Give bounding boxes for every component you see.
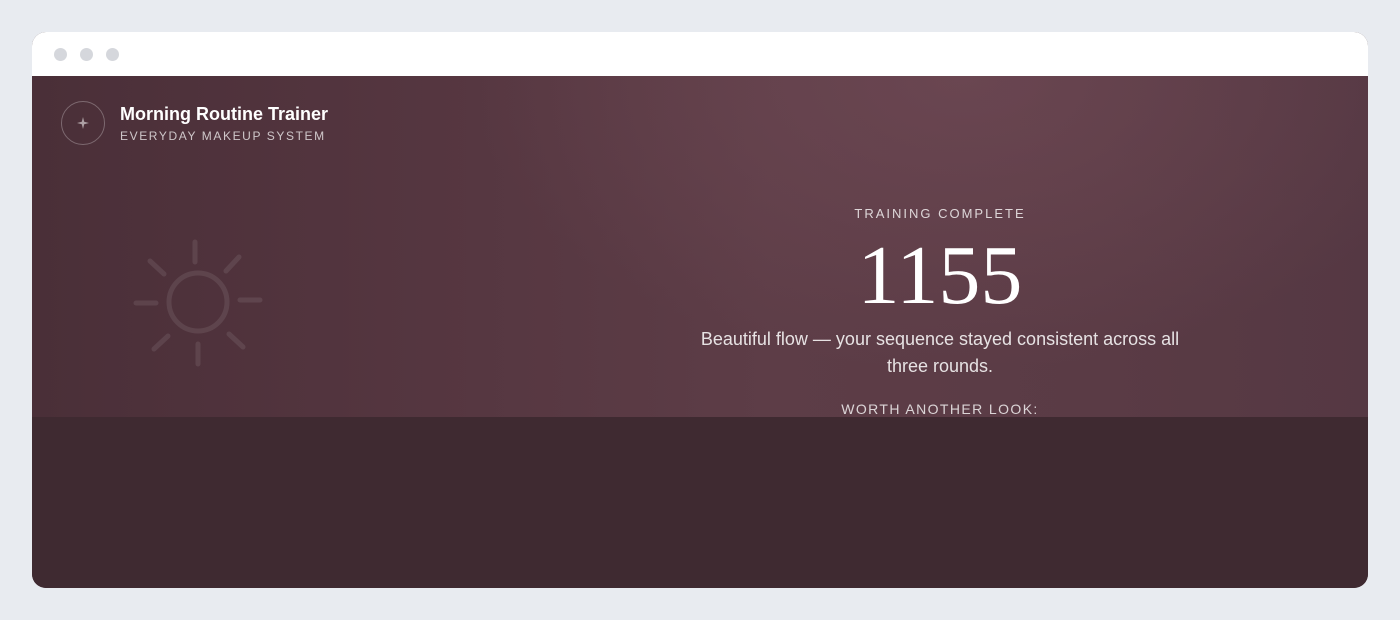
window-maximize-dot[interactable]: [106, 47, 119, 61]
window-chrome: [32, 32, 1368, 76]
result-message: Beautiful flow — your sequence stayed co…: [700, 329, 1180, 376]
sun-icon: [133, 239, 263, 367]
result-eyebrow: TRAINING COMPLETE: [854, 206, 1026, 221]
review-label: WORTH ANOTHER LOOK:: [841, 401, 1039, 417]
app-window: Morning Routine Trainer EVERYDAY MAKEUP …: [32, 32, 1368, 588]
window-close-dot[interactable]: [54, 47, 67, 61]
brand-header: Morning Routine Trainer EVERYDAY MAKEUP …: [61, 101, 328, 145]
app-stage: Morning Routine Trainer EVERYDAY MAKEUP …: [32, 76, 1368, 588]
score-value: 1155: [857, 229, 1023, 322]
result-summary: TRAINING COMPLETE 1155 Beautiful flow — …: [692, 206, 1188, 418]
brand-text: Morning Routine Trainer EVERYDAY MAKEUP …: [120, 103, 328, 143]
sparkle-icon: [77, 117, 89, 129]
app-subtitle: EVERYDAY MAKEUP SYSTEM: [120, 129, 326, 143]
window-minimize-dot[interactable]: [80, 47, 93, 61]
hero-panel: Morning Routine Trainer EVERYDAY MAKEUP …: [32, 76, 1368, 417]
brand-logo: [61, 101, 105, 145]
app-title: Morning Routine Trainer: [120, 104, 329, 124]
